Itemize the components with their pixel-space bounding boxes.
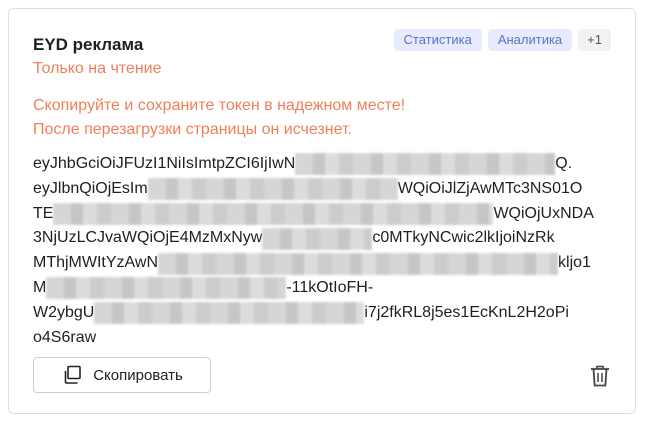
- token-text: W2ybgU: [33, 303, 95, 321]
- redacted-block: [295, 153, 556, 176]
- tag-more-count[interactable]: +1: [578, 29, 611, 51]
- token-line: 3NjUzLCJvaWQiOjE4MzMxNyw c0MTkyNCwic2lkI…: [33, 226, 623, 251]
- redacted-block: [46, 277, 287, 300]
- token-text: Q.: [555, 155, 573, 172]
- token-text: eyJhbGciOiJFUzI1NiIsImtpZCI6IjIwN: [33, 155, 296, 172]
- token-title: EYD реклама: [33, 35, 144, 54]
- warning-line: Скопируйте и сохраните токен в надежном …: [33, 97, 406, 114]
- token-text: -11kOtIoFH-: [286, 278, 374, 296]
- token-line: M -11kOtIoFH-: [33, 276, 623, 301]
- token-text: 3NjUzLCJvaWQiOjE4MzMxNyw: [33, 229, 263, 247]
- redacted-block: [94, 302, 365, 325]
- token-line: TE WQiOjUxNDA: [33, 202, 623, 227]
- token-line: MThjMWItYzAwN kljo1: [33, 251, 623, 276]
- token-line: eyJlbnQiOjEsIm WQiOiJlZjAwMTc3NS01O: [33, 177, 623, 202]
- redacted-block: [262, 227, 373, 250]
- redacted-block: [158, 252, 559, 275]
- token-text: o4S6raw: [33, 328, 97, 346]
- access-level-label: Только на чтение: [33, 60, 162, 77]
- save-token-warning: Скопируйте и сохраните токен в надежном …: [33, 94, 405, 142]
- token-text: WQiOjUxNDA: [493, 204, 594, 222]
- token-line: eyJhbGciOiJFUzI1NiIsImtpZCI6IjIwN Q.: [33, 152, 623, 177]
- copy-icon: [64, 365, 82, 384]
- scope-tags: Статистика Аналитика +1: [393, 29, 611, 51]
- token-text: i7j2fkRL8j5es1EcKnL2H2oPi: [364, 303, 569, 321]
- token-text: c0MTkyNCwic2lkIjoiNzRk: [372, 229, 555, 247]
- token-value[interactable]: eyJhbGciOiJFUzI1NiIsImtpZCI6IjIwN Q. eyJ…: [33, 152, 623, 350]
- token-card: EYD реклама Только на чтение Статистика …: [8, 8, 636, 414]
- warning-line: После перезагрузки страницы он исчезнет.: [33, 121, 352, 138]
- token-text: kljo1: [558, 254, 591, 272]
- token-line: W2ybgU i7j2fkRL8j5es1EcKnL2H2oPi: [33, 301, 623, 326]
- copy-button-label: Скопировать: [93, 366, 183, 384]
- token-line: o4S6raw: [33, 326, 623, 351]
- token-text: M: [33, 278, 47, 296]
- trash-icon[interactable]: [589, 364, 611, 388]
- redacted-block: [147, 178, 398, 201]
- token-text: eyJlbnQiOjEsIm: [33, 179, 148, 197]
- tag-analytics[interactable]: Аналитика: [487, 29, 573, 51]
- token-text: WQiOiJlZjAwMTc3NS01O: [397, 179, 583, 197]
- token-text: MThjMWItYzAwN: [33, 254, 159, 272]
- redacted-block: [53, 202, 494, 225]
- token-text: TE: [33, 204, 54, 222]
- copy-button[interactable]: Скопировать: [33, 357, 211, 393]
- tag-statistics[interactable]: Статистика: [393, 29, 482, 51]
